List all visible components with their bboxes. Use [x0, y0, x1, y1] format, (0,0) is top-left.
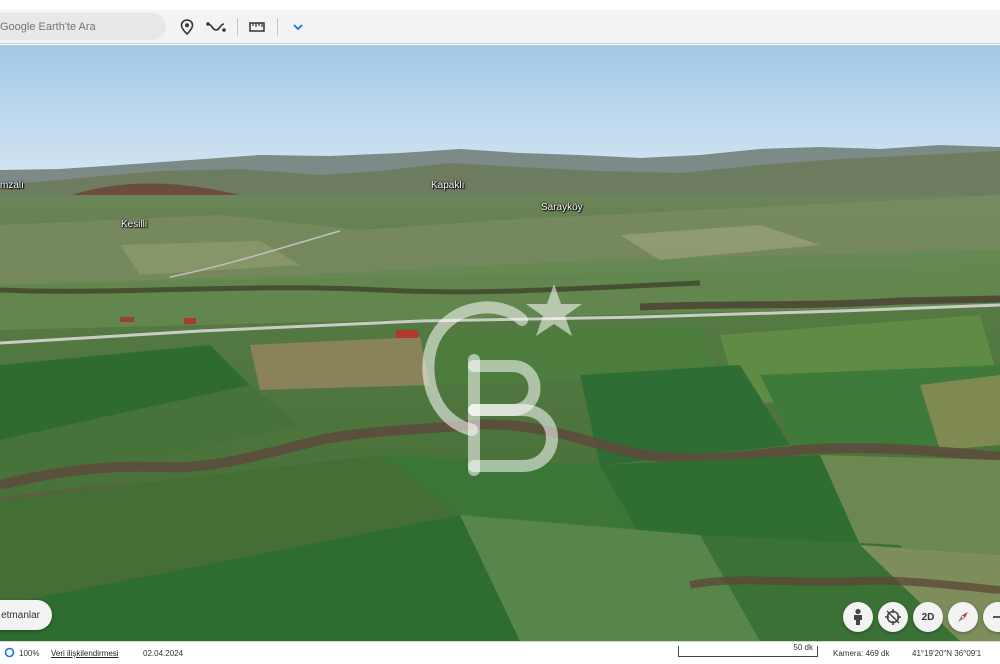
- cb-watermark-logo: [422, 284, 582, 476]
- 2d-toggle-button[interactable]: 2D: [913, 602, 943, 632]
- scale-label: 50 dk: [793, 643, 813, 652]
- ruler-icon[interactable]: [246, 16, 268, 38]
- place-label-kapakli[interactable]: Kapaklı: [431, 180, 464, 191]
- place-label-kesilli[interactable]: Kesilli: [121, 219, 147, 230]
- toolbar: [0, 10, 1000, 44]
- search-input[interactable]: [0, 13, 166, 40]
- camera-altitude: Kamera: 469 dk: [833, 649, 890, 658]
- toolbar-divider: [277, 18, 278, 36]
- scale-bar: 50 dk: [678, 643, 818, 657]
- data-attribution-link[interactable]: Veri ilişkilendirmesi: [51, 649, 119, 658]
- loading-ring-icon: [4, 647, 15, 660]
- toolbar-divider: [237, 18, 238, 36]
- status-bar: 100% Veri ilişkilendirmesi 02.04.2024 50…: [0, 641, 1000, 664]
- search-box[interactable]: [0, 13, 166, 40]
- imagery-date: 02.04.2024: [143, 649, 184, 658]
- layers-button-label: etmanlar: [1, 609, 40, 621]
- location-pin-icon[interactable]: [176, 16, 198, 38]
- chevron-down-icon[interactable]: [287, 16, 309, 38]
- place-label-saraykoy[interactable]: Sarayköy: [541, 202, 583, 213]
- earth-3d-view[interactable]: mzalı Kesilli Kapaklı Sarayköy etmanlar …: [0, 45, 1000, 641]
- path-icon[interactable]: [205, 16, 227, 38]
- zoom-level: 100%: [19, 649, 40, 658]
- 2d-toggle-label: 2D: [921, 611, 935, 623]
- compass-icon[interactable]: [948, 602, 978, 632]
- pegman-icon[interactable]: [843, 602, 873, 632]
- top-strip: [0, 0, 1000, 10]
- place-label[interactable]: mzalı: [0, 180, 24, 191]
- coordinates: 41°19'20"N 36°09'1: [912, 649, 982, 658]
- google-earth-window: mzalı Kesilli Kapaklı Sarayköy etmanlar …: [0, 0, 1000, 664]
- layers-button[interactable]: etmanlar: [0, 600, 52, 630]
- reset-view-icon[interactable]: [878, 602, 908, 632]
